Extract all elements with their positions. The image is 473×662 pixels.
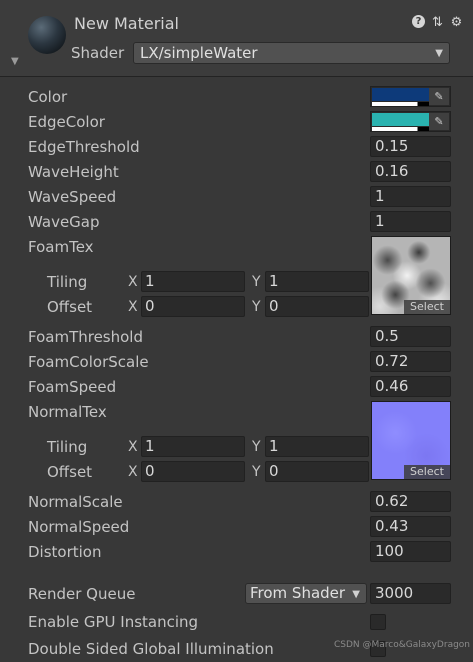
normal-tiling-x-field[interactable]: 1 — [141, 436, 245, 457]
foam-offset-x-field[interactable]: 0 — [141, 296, 245, 317]
shader-label: Shader — [71, 44, 125, 62]
alpha-bar — [372, 127, 429, 131]
edge-threshold-label: EdgeThreshold — [28, 138, 140, 156]
wave-speed-field[interactable]: 1 — [370, 186, 451, 207]
render-queue-field[interactable]: 3000 — [370, 583, 451, 604]
shader-value: LX/simpleWater — [140, 44, 258, 62]
foam-tiling-x-field[interactable]: 1 — [141, 271, 245, 292]
chevron-down-icon: ▼ — [435, 48, 443, 59]
normal-tiling-y-field[interactable]: 1 — [265, 436, 369, 457]
foam-select-button[interactable]: Select — [404, 300, 450, 314]
normal-offset-label: Offset — [47, 463, 93, 481]
edge-color-swatch[interactable] — [372, 113, 429, 126]
eyedropper-icon[interactable]: ✎ — [429, 113, 449, 130]
material-header: ▼ New Material Shader LX/simpleWater ▼ ?… — [0, 0, 473, 77]
normal-speed-label: NormalSpeed — [28, 518, 130, 536]
gear-icon[interactable]: ⚙ — [450, 15, 463, 30]
axis-y-label: Y — [252, 439, 261, 455]
alpha-bar — [372, 102, 429, 106]
foam-speed-field[interactable]: 0.46 — [370, 376, 451, 397]
normal-scale-field[interactable]: 0.62 — [370, 491, 451, 512]
foam-speed-label: FoamSpeed — [28, 378, 117, 396]
wave-height-field[interactable]: 0.16 — [370, 161, 451, 182]
normal-scale-label: NormalScale — [28, 493, 123, 511]
axis-y-label: Y — [252, 299, 261, 315]
wave-gap-label: WaveGap — [28, 213, 100, 231]
normal-texture-slot[interactable]: Select — [371, 401, 451, 480]
shader-dropdown[interactable]: LX/simpleWater ▼ — [133, 42, 450, 64]
watermark: CSDN @Marco&GalaxyDragon — [334, 640, 471, 650]
axis-y-label: Y — [252, 464, 261, 480]
wave-gap-field[interactable]: 1 — [370, 211, 451, 232]
foldout-arrow-icon[interactable]: ▼ — [11, 56, 19, 67]
foam-tex-label: FoamTex — [28, 238, 94, 256]
axis-x-label: X — [128, 439, 138, 455]
foam-threshold-label: FoamThreshold — [28, 328, 143, 346]
gpu-instancing-checkbox[interactable] — [370, 614, 386, 630]
help-icon[interactable]: ? — [412, 15, 425, 28]
foam-color-scale-label: FoamColorScale — [28, 353, 149, 371]
edge-threshold-field[interactable]: 0.15 — [370, 136, 451, 157]
normal-speed-field[interactable]: 0.43 — [370, 516, 451, 537]
render-queue-label: Render Queue — [28, 585, 136, 603]
normal-offset-y-field[interactable]: 0 — [265, 461, 369, 482]
color-swatch[interactable] — [372, 88, 429, 101]
color-label: Color — [28, 88, 68, 106]
axis-x-label: X — [128, 299, 138, 315]
foam-tiling-y-field[interactable]: 1 — [265, 271, 369, 292]
color-field[interactable]: ✎ — [370, 86, 451, 107]
distortion-field[interactable]: 100 — [370, 541, 451, 562]
axis-y-label: Y — [252, 274, 261, 290]
render-queue-mode: From Shader — [250, 584, 346, 602]
foam-tiling-label: Tiling — [47, 273, 88, 291]
header-icons: ? ⇅ ⚙ — [412, 15, 463, 30]
material-inspector: ▼ New Material Shader LX/simpleWater ▼ ?… — [0, 0, 473, 662]
render-queue-dropdown[interactable]: From Shader ▼ — [245, 583, 367, 604]
axis-x-label: X — [128, 274, 138, 290]
normal-tex-label: NormalTex — [28, 403, 107, 421]
wave-speed-label: WaveSpeed — [28, 188, 117, 206]
foam-texture-slot[interactable]: Select — [371, 236, 451, 315]
normal-offset-x-field[interactable]: 0 — [141, 461, 245, 482]
material-name: New Material — [74, 14, 179, 33]
wave-height-label: WaveHeight — [28, 163, 119, 181]
foam-threshold-field[interactable]: 0.5 — [370, 326, 451, 347]
gpu-instancing-label: Enable GPU Instancing — [28, 613, 199, 631]
double-sided-gi-label: Double Sided Global Illumination — [28, 640, 274, 658]
foam-color-scale-field[interactable]: 0.72 — [370, 351, 451, 372]
chevron-down-icon: ▼ — [352, 589, 360, 600]
normal-tiling-label: Tiling — [47, 438, 88, 456]
axis-x-label: X — [128, 464, 138, 480]
eyedropper-icon[interactable]: ✎ — [429, 88, 449, 105]
material-preview-sphere — [28, 16, 66, 54]
foam-offset-y-field[interactable]: 0 — [265, 296, 369, 317]
edge-color-label: EdgeColor — [28, 113, 105, 131]
foam-offset-label: Offset — [47, 298, 93, 316]
edge-color-field[interactable]: ✎ — [370, 111, 451, 132]
distortion-label: Distortion — [28, 543, 102, 561]
normal-select-button[interactable]: Select — [404, 465, 450, 479]
preset-icon[interactable]: ⇅ — [431, 15, 444, 30]
